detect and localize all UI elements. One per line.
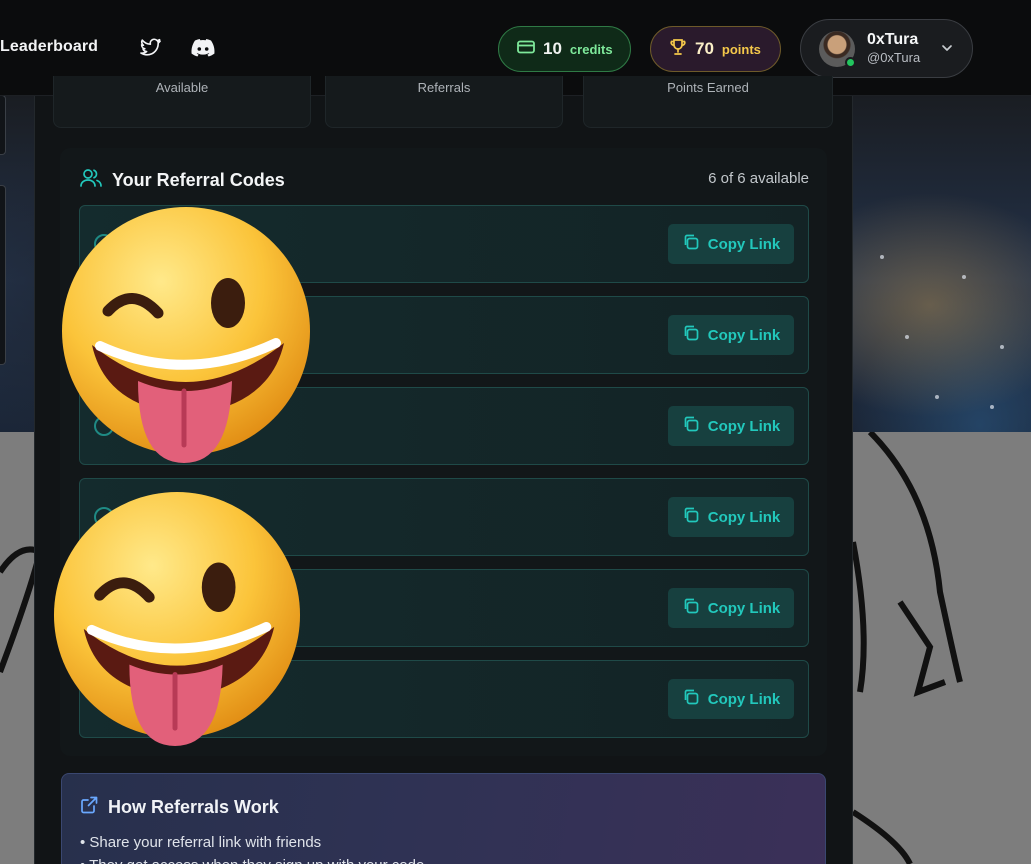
points-value: 70: [695, 39, 714, 58]
available-count: 6 of 6 available: [708, 170, 809, 187]
stat-label: Points Earned: [667, 80, 749, 95]
credits-unit: credits: [569, 41, 613, 57]
points-badge[interactable]: 70 points: [650, 26, 781, 72]
copy-icon: [682, 688, 700, 710]
copy-icon: [682, 233, 700, 255]
stat-label: Referrals: [417, 80, 471, 95]
copy-link-button[interactable]: Copy Link: [668, 497, 794, 537]
copy-link-button[interactable]: Copy Link: [668, 315, 794, 355]
copy-link-button[interactable]: Copy Link: [668, 588, 794, 628]
external-link-icon: [80, 796, 98, 819]
copy-link-label: Copy Link: [707, 417, 781, 435]
winking-tongue-emoji: [53, 492, 301, 746]
copy-icon: [682, 324, 700, 346]
chevron-down-icon: [940, 41, 954, 60]
left-rail-panel: [0, 185, 6, 365]
trophy-icon: [669, 38, 687, 61]
copy-link-label: Copy Link: [707, 599, 781, 617]
stat-card-points-earned: Points Earned: [583, 76, 833, 128]
twitter-icon[interactable]: [138, 36, 164, 60]
users-icon: [80, 168, 102, 193]
card-icon: [517, 40, 535, 59]
credits-value: 10: [543, 39, 562, 58]
how-title: How Referrals Work: [108, 797, 279, 817]
winking-tongue-emoji: [62, 207, 310, 463]
how-steps-list: • Share your referral link with friends …: [80, 831, 424, 864]
copy-icon: [682, 597, 700, 619]
copy-link-label: Copy Link: [707, 508, 781, 526]
copy-link-button[interactable]: Copy Link: [668, 406, 794, 446]
discord-icon[interactable]: [190, 36, 216, 60]
avatar: [819, 30, 856, 68]
copy-icon: [682, 415, 700, 437]
copy-icon: [682, 506, 700, 528]
nav-leaderboard-link[interactable]: Leaderboard: [0, 38, 98, 56]
stat-label: Available: [155, 80, 209, 95]
left-rail-panel: [0, 95, 6, 155]
list-item: • They get access when they sign up with…: [80, 854, 424, 864]
copy-link-button[interactable]: Copy Link: [668, 679, 794, 719]
stat-card-referrals: Referrals: [325, 76, 563, 128]
copy-link-label: Copy Link: [707, 326, 781, 344]
stat-card-available: Available: [53, 76, 311, 128]
stats-row: Available Referrals Points Earned: [35, 76, 854, 136]
copy-link-label: Copy Link: [707, 235, 781, 253]
copy-link-button[interactable]: Copy Link: [668, 224, 794, 264]
user-menu-button[interactable]: 0xTura @0xTura: [800, 19, 973, 78]
points-unit: points: [721, 41, 761, 57]
copy-link-label: Copy Link: [707, 690, 781, 708]
how-referrals-work-section: How Referrals Work • Share your referral…: [61, 773, 826, 864]
credits-badge[interactable]: 10 credits: [498, 26, 631, 72]
section-title: Your Referral Codes: [112, 170, 285, 190]
online-status-indicator: [845, 56, 856, 68]
list-item: • Share your referral link with friends: [80, 834, 322, 851]
user-name: 0xTura: [867, 31, 919, 49]
user-handle: @0xTura: [867, 50, 921, 66]
